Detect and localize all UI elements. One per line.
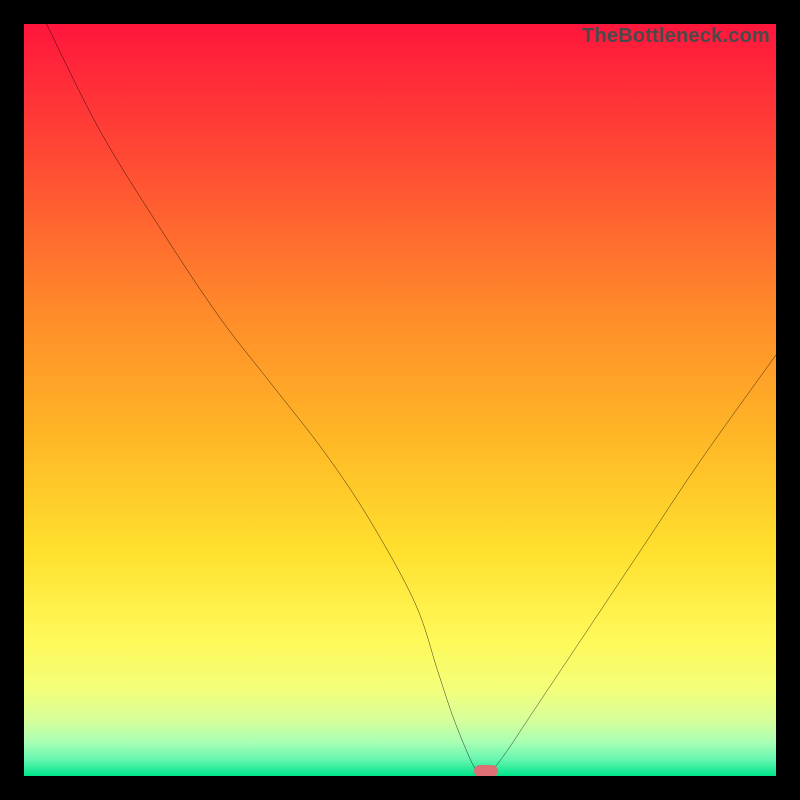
bottleneck-curve [24, 24, 776, 776]
watermark-text: TheBottleneck.com [582, 26, 770, 46]
chart-frame: TheBottleneck.com [0, 0, 800, 800]
minimum-marker [474, 765, 498, 776]
plot-area: TheBottleneck.com [24, 24, 776, 776]
